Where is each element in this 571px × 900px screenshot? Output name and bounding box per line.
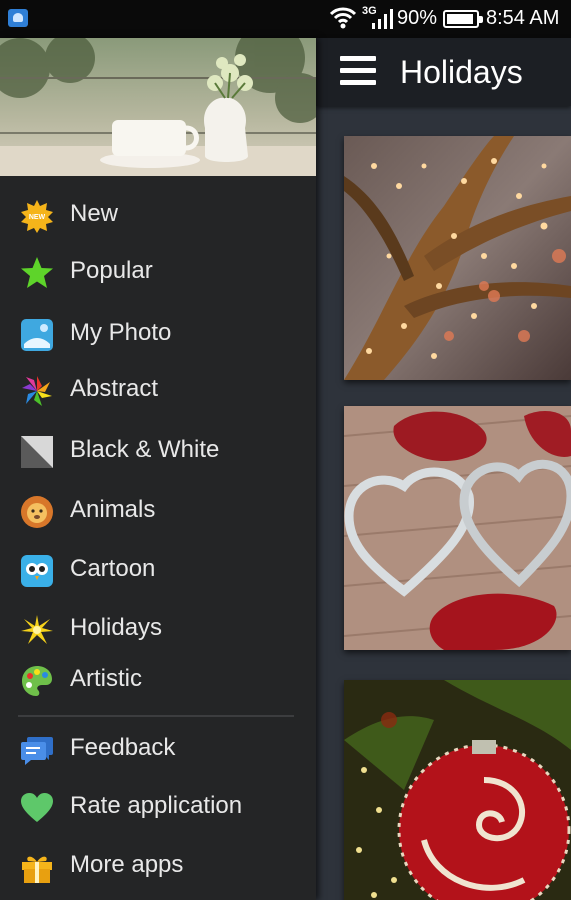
coffee-cup-photo — [0, 38, 316, 176]
drawer-item-label: Feedback — [70, 734, 176, 761]
palette-icon — [22, 666, 52, 696]
drawer-item-cartoon[interactable]: Cartoon — [0, 543, 316, 597]
drawer-item-label: Holidays — [70, 614, 163, 641]
drawer-item-label: Popular — [70, 257, 153, 284]
gift-icon — [22, 856, 52, 883]
app-bar: Holidays — [316, 38, 571, 106]
drawer-item-label: Animals — [70, 496, 156, 523]
drawer-item-label: Cartoon — [70, 555, 156, 582]
drawer-item-my-photo[interactable]: My Photo — [0, 307, 316, 361]
svg-text:NEW: NEW — [29, 214, 46, 221]
signal-icon — [372, 9, 393, 29]
wallpaper-thumbnail-lights[interactable] — [344, 136, 571, 380]
drawer-item-rate-application[interactable]: Rate application — [0, 780, 316, 834]
drawer-item-label: Artistic — [70, 665, 142, 692]
pinwheel-icon — [22, 376, 52, 406]
drawer-item-label: Black & White — [70, 436, 220, 463]
heart-icon — [21, 793, 53, 822]
drawer-item-artistic[interactable]: Artistic — [0, 653, 316, 707]
photo-icon — [21, 319, 53, 351]
drawer-item-label: My Photo — [70, 319, 172, 346]
drawer-item-label: Rate application — [70, 792, 243, 819]
wifi-icon — [330, 7, 356, 29]
notification-app-icon — [8, 9, 28, 27]
owl-icon — [21, 555, 53, 587]
drawer-item-label: More apps — [70, 851, 184, 878]
drawer-item-label: New — [70, 200, 119, 227]
battery-icon — [443, 10, 483, 28]
black-white-icon — [21, 436, 53, 468]
drawer-item-more-apps[interactable]: More apps — [0, 839, 316, 893]
drawer-item-black-white[interactable]: Black & White — [0, 424, 316, 478]
christmas-ornament-photo — [344, 680, 571, 900]
wallpaper-grid: Holidays — [316, 38, 571, 900]
drawer-item-feedback[interactable]: Feedback — [0, 722, 316, 776]
wallpaper-thumbnail-hearts[interactable] — [344, 406, 571, 650]
drawer-divider — [18, 715, 294, 717]
navigation-drawer: NEW New Popular My Photo Abstract Black … — [0, 38, 316, 900]
page-title: Holidays — [400, 54, 523, 90]
status-bar: 3G 90% 8:54 AM — [0, 0, 571, 38]
drawer-header-image — [0, 38, 316, 176]
firework-icon — [21, 615, 53, 644]
chat-bubble-icon — [21, 737, 53, 765]
wallpaper-thumbnail-ornament[interactable] — [344, 680, 571, 900]
drawer-item-new[interactable]: NEW New — [0, 188, 316, 242]
fairy-lights-photo — [344, 136, 571, 380]
drawer-item-animals[interactable]: Animals — [0, 484, 316, 538]
drawer-item-popular[interactable]: Popular — [0, 245, 316, 299]
battery-percent: 90% — [397, 7, 438, 29]
clock: 8:54 AM — [486, 7, 560, 29]
drawer-item-abstract[interactable]: Abstract — [0, 363, 316, 417]
drawer-item-holidays[interactable]: Holidays — [0, 602, 316, 656]
star-icon — [21, 257, 53, 288]
drawer-item-label: Abstract — [70, 375, 159, 402]
heart-cutters-photo — [344, 406, 571, 650]
hamburger-icon[interactable] — [340, 56, 376, 86]
new-badge-icon: NEW — [21, 200, 53, 233]
lion-icon — [21, 496, 53, 528]
